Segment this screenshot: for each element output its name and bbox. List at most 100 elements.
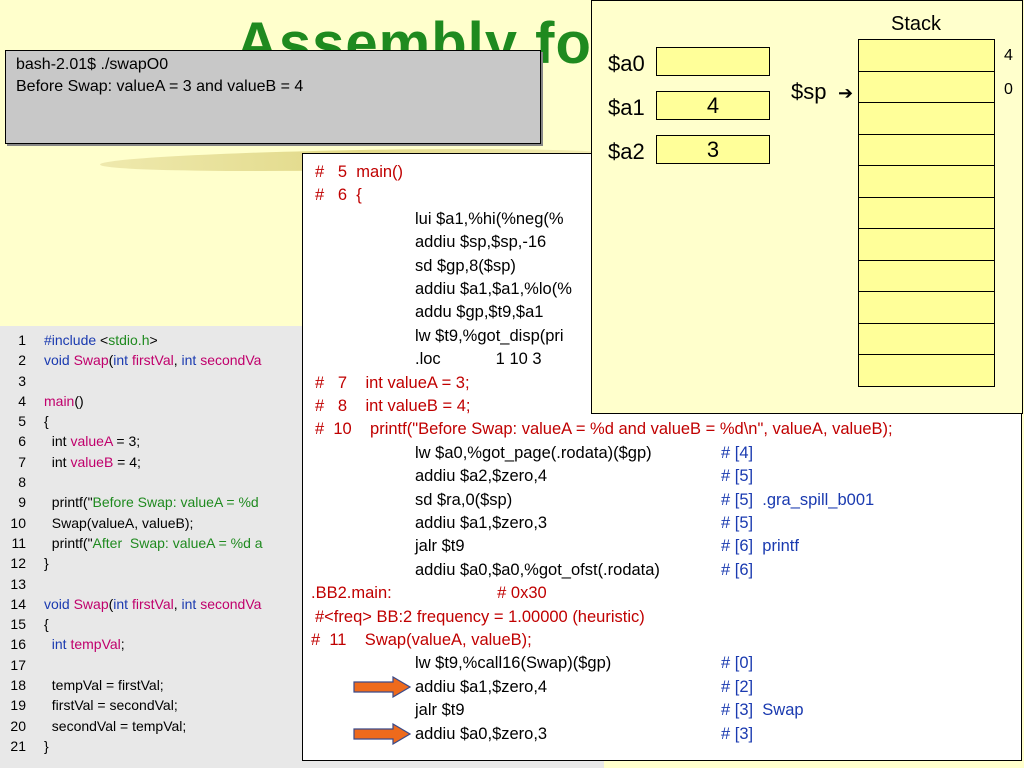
line-number: 6 — [18, 433, 26, 450]
code-token: stdio.h — [108, 332, 150, 348]
code-token: firstVal = secondVal; — [44, 697, 178, 714]
line-number: 9 — [18, 494, 26, 511]
code-token: int — [44, 433, 71, 450]
asm-annotation: # [2] — [721, 677, 754, 696]
code-token: secondVa — [200, 352, 262, 369]
source-code: secondVal = tempVal; — [44, 716, 187, 736]
asm-annotation: # [6] printf — [721, 537, 799, 556]
code-token: #include — [44, 332, 101, 348]
asm-annotation: # [3] Swap — [721, 701, 804, 720]
source-code: } — [44, 553, 49, 573]
line-number: 14 — [10, 595, 26, 612]
line-number: 17 — [10, 656, 26, 673]
stack-cell — [859, 135, 994, 166]
source-code: firstVal = secondVal; — [44, 695, 178, 715]
code-token: printf(" — [44, 494, 93, 511]
code-token: void — [44, 352, 74, 369]
line-number: 8 — [18, 474, 26, 491]
terminal-window: bash-2.01$ ./swapO0 Before Swap: valueA … — [5, 50, 541, 144]
asm-annotation: # [0] — [721, 654, 754, 673]
line-number: 5 — [18, 413, 26, 430]
stack-cell — [859, 166, 994, 198]
source-code: printf("Before Swap: valueA = %d — [44, 492, 259, 512]
line-number: 21 — [10, 737, 26, 754]
source-code: int tempVal; — [44, 634, 125, 654]
asm-annotation: # [6] — [721, 560, 754, 579]
stack-offset-4: 4 — [1004, 47, 1013, 64]
code-token: void — [44, 595, 74, 612]
asm-annotation: # [5] — [721, 514, 754, 532]
line-number: 4 — [18, 392, 26, 409]
asm-instruction: sd $gp,8($sp) — [415, 256, 516, 275]
register-a2-label: $a2 — [608, 139, 645, 164]
highlight-arrow-icon — [353, 722, 411, 745]
code-token: } — [44, 555, 49, 572]
terminal-command-line: bash-2.01$ ./swapO0 — [16, 56, 169, 73]
line-number: 19 — [10, 697, 26, 714]
stack-cell — [859, 324, 994, 355]
asm-comment: # 8 int valueB = 4; — [315, 397, 471, 415]
asm-comment: # 10 printf("Before Swap: valueA = %d an… — [315, 420, 893, 439]
code-token: tempVal = firstVal; — [44, 677, 164, 694]
register-a1-value: 4 — [656, 91, 770, 120]
source-code: main() — [44, 391, 84, 411]
line-number: 12 — [10, 555, 26, 572]
code-token: Swap — [73, 352, 109, 369]
code-token: After Swap: valueA = %d a — [92, 534, 263, 551]
stack-cell — [859, 198, 994, 229]
register-a1-label: $a1 — [608, 95, 645, 120]
stack-cell — [859, 355, 994, 387]
code-token: , — [173, 352, 182, 369]
line-number: 7 — [18, 453, 26, 470]
asm-instruction: addiu $a1,$zero,3 — [415, 514, 548, 532]
stack-cell — [859, 292, 994, 324]
code-token: } — [44, 737, 49, 754]
code-token: int — [113, 352, 132, 369]
line-number: 16 — [10, 636, 26, 653]
asm-instruction: addiu $sp,$sp,-16 — [415, 233, 547, 252]
code-token: firstVal — [131, 352, 174, 369]
stack-pointer-arrow-icon: ➔ — [838, 83, 854, 103]
code-token: = 3; — [112, 433, 141, 450]
asm-instruction: sd $ra,0($sp) — [415, 490, 513, 509]
stack-cell — [859, 72, 994, 103]
code-token: > — [149, 332, 158, 348]
asm-annotation: # [3] — [721, 724, 754, 743]
asm-annotation: # [4] — [721, 443, 754, 462]
line-number: 10 — [10, 514, 26, 531]
source-code: #include <stdio.h> — [44, 330, 158, 350]
code-token: tempVal — [70, 636, 121, 653]
code-token: valueA — [70, 433, 113, 450]
stack-title: Stack — [891, 13, 942, 35]
line-number: 13 — [10, 575, 26, 592]
register-stack-panel: $a0 $a1 4 $a2 3 Stack $sp ➔ 4 0 — [591, 0, 1023, 414]
stack-offset-0: 0 — [1004, 81, 1013, 98]
code-token: , — [173, 595, 182, 612]
register-a0-label: $a0 — [608, 51, 645, 76]
asm-comment: # 7 int valueA = 3; — [315, 373, 470, 392]
asm-instruction: lw $a0,%got_page(.rodata)($gp) — [415, 443, 652, 462]
source-code: int valueB = 4; — [44, 452, 141, 472]
stack-cell — [859, 229, 994, 261]
asm-annotation: # [5] — [721, 467, 754, 486]
line-number: 11 — [11, 534, 26, 551]
asm-instruction: jalr $t9 — [415, 701, 465, 720]
asm-comment: # 5 main() — [315, 163, 404, 181]
source-code: { — [44, 614, 49, 634]
source-code: printf("After Swap: valueA = %d a — [44, 533, 263, 553]
asm-instruction: jalr $t9 — [415, 537, 465, 556]
code-token: int — [181, 595, 201, 612]
stack-cell — [859, 40, 994, 72]
asm-instruction: lw $t9,%got_disp(pri — [415, 326, 564, 345]
code-token: Before Swap: valueA = %d — [92, 494, 259, 511]
register-a2-value: 3 — [656, 135, 770, 164]
asm-instruction: addiu $a0,$zero,3 — [415, 724, 548, 743]
asm-instruction: .loc 1 10 3 — [415, 350, 542, 369]
code-token: secondVa — [200, 595, 262, 612]
asm-instruction: lw $t9,%call16(Swap)($gp) — [415, 654, 612, 673]
code-token: Swap — [73, 595, 109, 612]
code-token: { — [44, 413, 49, 430]
code-token: Swap(valueA, valueB); — [44, 514, 194, 531]
code-token: < — [100, 332, 109, 348]
code-token: () — [74, 392, 84, 409]
